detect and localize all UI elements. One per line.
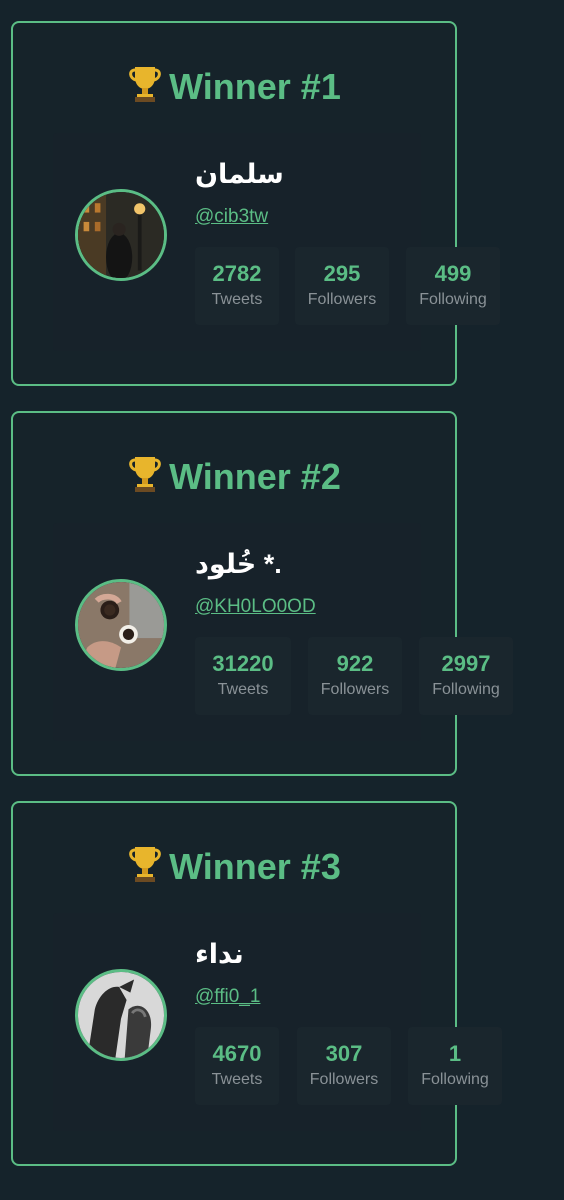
stat-label: Following bbox=[421, 1071, 489, 1088]
stat-tweets: 2782 Tweets bbox=[195, 247, 279, 325]
handle-link[interactable]: @KH0LO0OD bbox=[195, 595, 316, 619]
stat-value: 4670 bbox=[212, 1041, 262, 1066]
stat-tweets: 31220 Tweets bbox=[195, 637, 291, 715]
avatar[interactable] bbox=[75, 579, 167, 671]
stat-label: Following bbox=[419, 291, 487, 308]
display-name: .* خُلود bbox=[195, 549, 282, 579]
stat-value: 307 bbox=[325, 1041, 363, 1066]
stat-following: 1 Following bbox=[408, 1027, 502, 1105]
winner-card-2: Winner #2 .* خُلود @KH0LO0OD 31220 Tweet… bbox=[11, 411, 513, 776]
stat-label: Followers bbox=[320, 681, 390, 698]
winner-card-3: Winner #3 نداء @ffi0_1 4670 Tweets 307 F… bbox=[11, 801, 502, 1166]
stat-value: 2997 bbox=[441, 651, 491, 676]
stat-followers: 307 Followers bbox=[297, 1027, 391, 1105]
stat-value: 2782 bbox=[212, 261, 262, 286]
winner-title: Winner #1 bbox=[13, 63, 455, 109]
stat-value: 31220 bbox=[212, 651, 274, 676]
avatar-image bbox=[78, 582, 164, 668]
display-name: سلمان bbox=[195, 159, 284, 189]
stat-label: Tweets bbox=[217, 681, 269, 698]
stat-label: Tweets bbox=[211, 291, 263, 308]
stat-tweets: 4670 Tweets bbox=[195, 1027, 279, 1105]
stat-label: Tweets bbox=[211, 1071, 263, 1088]
trophy-icon bbox=[129, 67, 161, 102]
stat-label: Followers bbox=[307, 291, 377, 308]
stat-label: Followers bbox=[309, 1071, 379, 1088]
profile-card: سلمان @cib3tw 2782 Tweets 295 Followers … bbox=[53, 133, 500, 351]
stat-followers: 922 Followers bbox=[308, 637, 402, 715]
profile-card: .* خُلود @KH0LO0OD 31220 Tweets 922 Foll… bbox=[53, 523, 513, 741]
stat-value: 295 bbox=[323, 261, 361, 286]
display-name: نداء bbox=[195, 939, 244, 969]
stat-label: Following bbox=[432, 681, 500, 698]
avatar-image bbox=[78, 192, 164, 278]
winner-card-1: Winner #1 سلمان @cib3tw 2782 Tweets 295 … bbox=[11, 21, 500, 386]
winner-title: Winner #3 bbox=[13, 843, 455, 889]
stat-value: 1 bbox=[448, 1041, 462, 1066]
winner-title-text: Winner #1 bbox=[169, 66, 341, 107]
trophy-icon bbox=[129, 457, 161, 492]
avatar[interactable] bbox=[75, 189, 167, 281]
handle-link[interactable]: @cib3tw bbox=[195, 205, 268, 229]
stat-following: 499 Following bbox=[406, 247, 500, 325]
stat-following: 2997 Following bbox=[419, 637, 513, 715]
stat-value: 499 bbox=[434, 261, 472, 286]
avatar-image bbox=[78, 972, 164, 1058]
winner-title-text: Winner #2 bbox=[169, 456, 341, 497]
profile-card: نداء @ffi0_1 4670 Tweets 307 Followers 1… bbox=[53, 913, 502, 1131]
winner-title: Winner #2 bbox=[13, 453, 455, 499]
stat-value: 922 bbox=[336, 651, 374, 676]
handle-link[interactable]: @ffi0_1 bbox=[195, 985, 260, 1009]
stat-followers: 295 Followers bbox=[295, 247, 389, 325]
winner-title-text: Winner #3 bbox=[169, 846, 341, 887]
trophy-icon bbox=[129, 847, 161, 882]
avatar[interactable] bbox=[75, 969, 167, 1061]
